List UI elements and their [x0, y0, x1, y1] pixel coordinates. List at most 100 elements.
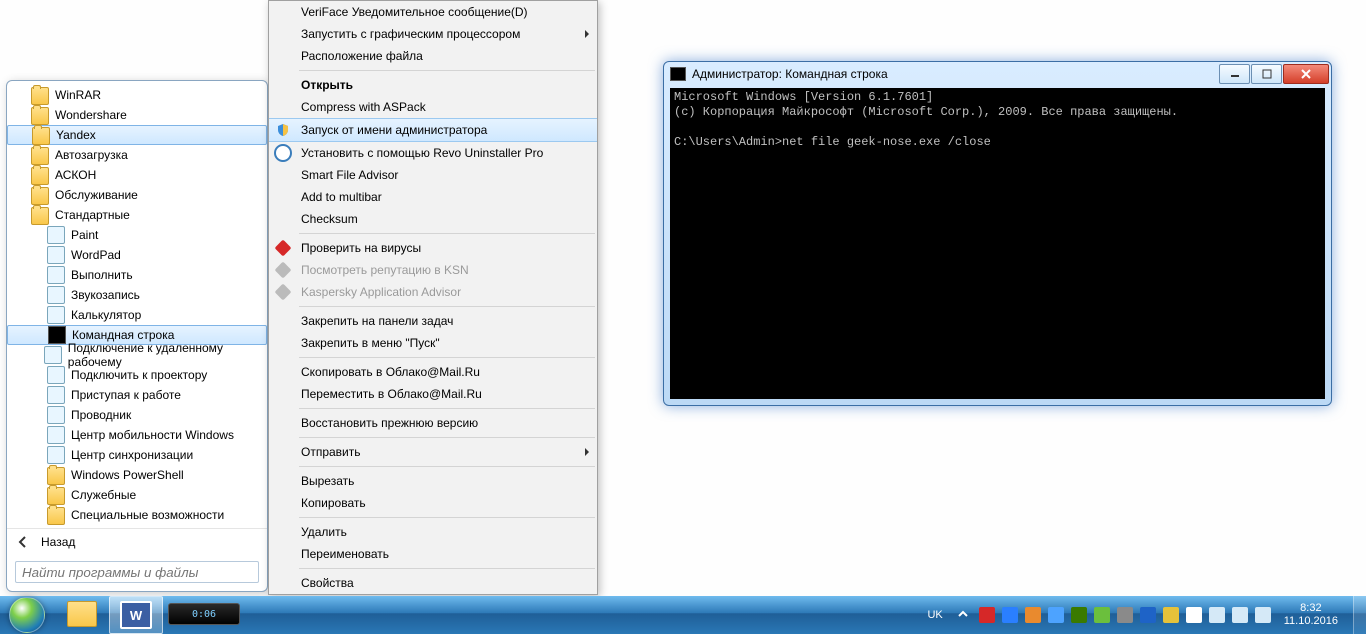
menu-item-29[interactable]: Удалить — [269, 521, 597, 543]
blank-icon — [273, 444, 293, 460]
menu-item-26[interactable]: Вырезать — [269, 470, 597, 492]
menu-item-6[interactable]: Запуск от имени администратора — [269, 118, 597, 142]
menu-item-0[interactable]: VeriFace Уведомительное сообщение(D) — [269, 1, 597, 23]
tray-yellow-icon[interactable] — [1163, 607, 1179, 623]
app-icon — [47, 226, 65, 244]
program-label: Калькулятор — [71, 308, 141, 322]
program-item-17[interactable]: Центр мобильности Windows — [7, 425, 267, 445]
cmd-titlebar[interactable]: Администратор: Командная строка — [664, 62, 1331, 86]
menu-label: Закрепить на панели задач — [301, 314, 453, 328]
clock-time: 8:32 — [1284, 602, 1338, 615]
program-item-20[interactable]: Служебные — [7, 485, 267, 505]
tray-green-icon[interactable] — [1094, 607, 1110, 623]
menu-item-30[interactable]: Переименовать — [269, 543, 597, 565]
tray-tv-icon[interactable] — [1002, 607, 1018, 623]
menu-item-4[interactable]: Открыть — [269, 74, 597, 96]
program-item-2[interactable]: Yandex — [7, 125, 267, 145]
program-item-15[interactable]: Приступая к работе — [7, 385, 267, 405]
menu-item-8[interactable]: Smart File Advisor — [269, 164, 597, 186]
menu-label: Посмотреть репутацию в KSN — [301, 263, 469, 277]
program-item-5[interactable]: Обслуживание — [7, 185, 267, 205]
app-icon — [47, 366, 65, 384]
cmd-body[interactable]: Microsoft Windows [Version 6.1.7601] (c)… — [670, 88, 1325, 399]
program-item-13[interactable]: Подключение к удаленному рабочему — [7, 345, 267, 365]
menu-label: Расположение файла — [301, 49, 423, 63]
menu-label: Восстановить прежнюю версию — [301, 416, 478, 430]
minimize-button[interactable] — [1219, 64, 1250, 84]
tray-power-icon[interactable] — [1255, 607, 1271, 623]
submenu-arrow-icon — [585, 448, 589, 456]
blank-icon — [273, 546, 293, 562]
menu-separator — [299, 70, 595, 71]
menu-item-22[interactable]: Восстановить прежнюю версию — [269, 412, 597, 434]
program-item-19[interactable]: Windows PowerShell — [7, 465, 267, 485]
program-item-1[interactable]: Wondershare — [7, 105, 267, 125]
window-buttons — [1219, 64, 1329, 84]
menu-item-32[interactable]: Свойства — [269, 572, 597, 594]
tray-blue2-icon[interactable] — [1048, 607, 1064, 623]
menu-item-17[interactable]: Закрепить в меню "Пуск" — [269, 332, 597, 354]
kaspersky-icon — [273, 240, 293, 256]
program-list: WinRARWondershareYandexАвтозагрузкаАСКОН… — [7, 81, 267, 528]
tray-arrow-icon[interactable] — [956, 607, 972, 623]
start-button[interactable] — [0, 596, 54, 634]
cmd-icon — [48, 326, 66, 344]
menu-item-5[interactable]: Compress with ASPack — [269, 96, 597, 118]
menu-item-16[interactable]: Закрепить на панели задач — [269, 310, 597, 332]
taskbar-word[interactable]: W — [109, 596, 163, 634]
program-item-9[interactable]: Выполнить — [7, 265, 267, 285]
back-arrow-icon — [15, 534, 31, 550]
folder-icon — [47, 467, 65, 485]
menu-label: Compress with ASPack — [301, 100, 426, 114]
taskbar-clock[interactable]: 8:32 11.10.2016 — [1280, 602, 1344, 628]
menu-item-2[interactable]: Расположение файла — [269, 45, 597, 67]
program-item-6[interactable]: Стандартные — [7, 205, 267, 225]
program-item-10[interactable]: Звукозапись — [7, 285, 267, 305]
program-item-3[interactable]: Автозагрузка — [7, 145, 267, 165]
menu-item-12[interactable]: Проверить на вирусы — [269, 237, 597, 259]
taskbar-progress[interactable]: 0:06 — [164, 596, 244, 632]
folder-icon — [31, 147, 49, 165]
program-item-18[interactable]: Центр синхронизации — [7, 445, 267, 465]
taskbar-explorer[interactable] — [56, 596, 108, 632]
tray-flag-icon[interactable] — [1186, 607, 1202, 623]
program-item-11[interactable]: Калькулятор — [7, 305, 267, 325]
program-item-21[interactable]: Специальные возможности — [7, 505, 267, 525]
menu-label: Скопировать в Облако@Mail.Ru — [301, 365, 480, 379]
menu-separator — [299, 233, 595, 234]
menu-item-7[interactable]: Установить с помощью Revo Uninstaller Pr… — [269, 142, 597, 164]
program-item-7[interactable]: Paint — [7, 225, 267, 245]
menu-item-10[interactable]: Checksum — [269, 208, 597, 230]
tray-net-icon[interactable] — [1209, 607, 1225, 623]
tray-red-icon[interactable] — [979, 607, 995, 623]
close-button[interactable] — [1283, 64, 1329, 84]
word-icon: W — [120, 601, 152, 629]
language-indicator[interactable]: UK — [927, 609, 942, 621]
program-item-0[interactable]: WinRAR — [7, 85, 267, 105]
kaspersky-icon — [273, 262, 293, 278]
menu-separator — [299, 357, 595, 358]
program-label: Приступая к работе — [71, 388, 181, 402]
menu-item-27[interactable]: Копировать — [269, 492, 597, 514]
show-desktop-button[interactable] — [1353, 596, 1366, 634]
program-item-4[interactable]: АСКОН — [7, 165, 267, 185]
folder-icon — [47, 487, 65, 505]
menu-item-19[interactable]: Скопировать в Облако@Mail.Ru — [269, 361, 597, 383]
search-input[interactable] — [15, 561, 259, 583]
app-icon — [47, 446, 65, 464]
start-menu-back[interactable]: Назад — [7, 528, 267, 555]
program-item-8[interactable]: WordPad — [7, 245, 267, 265]
menu-item-24[interactable]: Отправить — [269, 441, 597, 463]
start-menu: WinRARWondershareYandexАвтозагрузкаАСКОН… — [6, 80, 268, 592]
menu-label: Checksum — [301, 212, 358, 226]
tray-grey-icon[interactable] — [1117, 607, 1133, 623]
tray-orange-icon[interactable] — [1025, 607, 1041, 623]
maximize-button[interactable] — [1251, 64, 1282, 84]
menu-item-1[interactable]: Запустить с графическим процессором — [269, 23, 597, 45]
tray-nv-icon[interactable] — [1071, 607, 1087, 623]
program-item-16[interactable]: Проводник — [7, 405, 267, 425]
menu-item-9[interactable]: Add to multibar — [269, 186, 597, 208]
tray-bt-icon[interactable] — [1140, 607, 1156, 623]
tray-vol-icon[interactable] — [1232, 607, 1248, 623]
menu-item-20[interactable]: Переместить в Облако@Mail.Ru — [269, 383, 597, 405]
